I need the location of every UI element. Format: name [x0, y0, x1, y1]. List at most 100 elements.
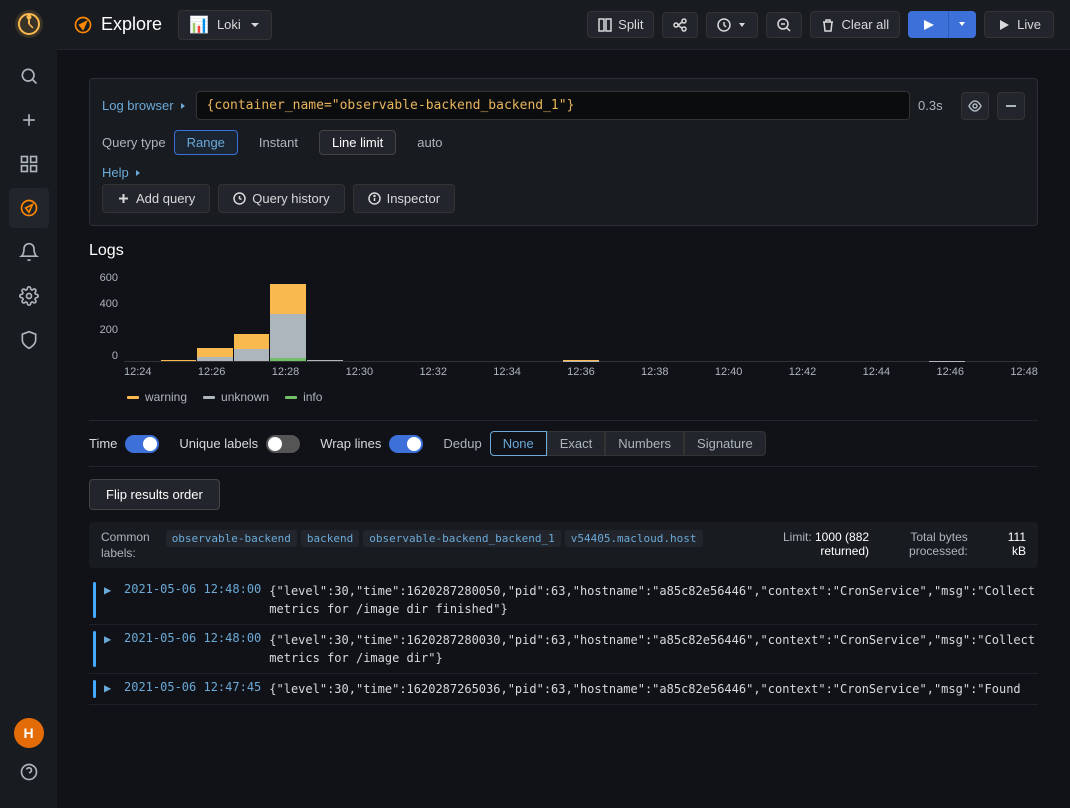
log-bar: [93, 631, 96, 667]
log-row[interactable]: ▶ 2021-05-06 12:47:45 {"level":30,"time"…: [89, 674, 1038, 705]
logs-section: Logs 600 400 200 0: [89, 242, 1038, 705]
split-label: Split: [618, 17, 643, 32]
datasource-selector[interactable]: 📊 Loki: [178, 10, 272, 40]
common-labels-stats: Limit: 1000 (882returned) Total bytespro…: [783, 530, 1026, 558]
query-time: 0.3s: [918, 98, 953, 113]
chart-bars: [124, 272, 1038, 362]
chevron-right-icon: [133, 168, 143, 178]
chevron-right-icon: [178, 101, 188, 111]
dedup-buttons: None Exact Numbers Signature: [490, 431, 766, 456]
log-time: 2021-05-06 12:47:45: [124, 680, 261, 694]
help-button[interactable]: Help: [102, 165, 143, 180]
legend-unknown-label: unknown: [221, 390, 269, 404]
run-dropdown-button[interactable]: [948, 11, 976, 38]
query-type-label: Query type: [102, 135, 166, 150]
expand-icon[interactable]: ▶: [104, 582, 116, 597]
limit-stat: Limit: 1000 (882returned): [783, 530, 869, 558]
legend-unknown-dot: [203, 396, 215, 399]
flip-results-container: Flip results order: [89, 479, 1038, 510]
query-section: Log browser 0.3s Query type Range Instan…: [89, 78, 1038, 226]
avatar[interactable]: H: [14, 718, 44, 748]
time-label: Time: [89, 436, 117, 451]
legend-warning: warning: [127, 390, 187, 404]
datasource-name: Loki: [217, 17, 241, 32]
log-bar: [93, 582, 96, 618]
split-icon: [598, 18, 612, 32]
flip-results-button[interactable]: Flip results order: [89, 479, 220, 510]
time-toggle[interactable]: [125, 435, 159, 453]
common-labels-bar: Common labels: observable-backend backen…: [89, 522, 1038, 568]
log-time: 2021-05-06 12:48:00: [124, 631, 261, 645]
sidebar-item-dashboards[interactable]: [9, 144, 49, 184]
chevron-down-icon: [249, 19, 261, 31]
y-label-600: 600: [89, 272, 118, 284]
query-type-auto[interactable]: auto: [404, 130, 455, 155]
query-type-range[interactable]: Range: [174, 130, 238, 155]
clear-all-button[interactable]: Clear all: [810, 11, 900, 38]
add-query-button[interactable]: Add query: [102, 184, 210, 213]
main-content: Log browser 0.3s Query type Range Instan…: [57, 0, 1070, 808]
log-message: {"level":30,"time":1620287265036,"pid":6…: [269, 680, 1020, 698]
zoom-out-icon: [777, 18, 791, 32]
total-bytes-value-stat: 111kB: [1008, 530, 1026, 558]
sidebar-item-alerts[interactable]: [9, 232, 49, 272]
compass-icon: [73, 15, 93, 35]
sidebar-item-help[interactable]: [9, 752, 49, 792]
sidebar-item-settings[interactable]: [9, 276, 49, 316]
log-time: 2021-05-06 12:48:00: [124, 582, 261, 596]
query-input[interactable]: [196, 91, 910, 120]
total-bytes-label: Total bytesprocessed:: [909, 530, 968, 558]
wrap-lines-label: Wrap lines: [320, 436, 381, 451]
trash-icon: [821, 18, 835, 32]
log-bar: [93, 680, 96, 698]
y-label-400: 400: [89, 298, 118, 310]
y-label-0: 0: [89, 350, 118, 362]
log-row[interactable]: ▶ 2021-05-06 12:48:00 {"level":30,"time"…: [89, 625, 1038, 674]
live-button[interactable]: Live: [984, 11, 1054, 38]
run-button[interactable]: [908, 11, 948, 38]
total-bytes-value: 111kB: [1008, 530, 1026, 558]
expand-icon[interactable]: ▶: [104, 680, 116, 695]
expand-icon[interactable]: ▶: [104, 631, 116, 646]
share-button[interactable]: [662, 12, 698, 38]
help-row: Help: [102, 165, 1025, 180]
inspector-label: Inspector: [387, 191, 440, 206]
zoom-out-button[interactable]: [766, 12, 802, 38]
page-title: Explore: [101, 14, 162, 35]
sidebar-item-shield[interactable]: [9, 320, 49, 360]
grafana-logo[interactable]: [13, 8, 45, 40]
legend-info-dot: [285, 396, 297, 399]
log-row[interactable]: ▶ 2021-05-06 12:48:00 {"level":30,"time"…: [89, 576, 1038, 625]
query-actions: Add query Query history Inspector: [102, 184, 1025, 213]
logs-title: Logs: [89, 242, 1038, 260]
log-browser-button[interactable]: Log browser: [102, 98, 188, 113]
log-rows: ▶ 2021-05-06 12:48:00 {"level":30,"time"…: [89, 576, 1038, 705]
legend-info-label: info: [303, 390, 322, 404]
query-type-instant[interactable]: Instant: [246, 130, 311, 155]
dedup-numbers[interactable]: Numbers: [605, 431, 684, 456]
unique-labels-toggle[interactable]: [266, 435, 300, 453]
time-picker-button[interactable]: [706, 12, 758, 38]
sidebar-bottom: H: [9, 718, 49, 808]
sidebar-item-explore[interactable]: [9, 188, 49, 228]
wrap-lines-toggle[interactable]: [389, 435, 423, 453]
dedup-exact[interactable]: Exact: [547, 431, 606, 456]
share-icon: [673, 18, 687, 32]
history-icon: [233, 192, 246, 205]
query-type-line-limit[interactable]: Line limit: [319, 130, 396, 155]
inspector-button[interactable]: Inspector: [353, 184, 455, 213]
dedup-signature[interactable]: Signature: [684, 431, 766, 456]
dedup-none[interactable]: None: [490, 431, 547, 456]
common-labels-label: Common: [101, 530, 150, 544]
limit-value: 1000 (882returned): [815, 530, 869, 558]
sidebar-item-search[interactable]: [9, 56, 49, 96]
sidebar-item-add[interactable]: [9, 100, 49, 140]
query-eye-button[interactable]: [961, 92, 989, 120]
query-remove-button[interactable]: [997, 92, 1025, 120]
y-label-200: 200: [89, 324, 118, 336]
legend-unknown: unknown: [203, 390, 269, 404]
split-button[interactable]: Split: [587, 11, 654, 38]
query-history-button[interactable]: Query history: [218, 184, 344, 213]
query-type-row: Query type Range Instant Line limit auto: [102, 130, 1025, 155]
loki-icon: 📊: [189, 15, 209, 35]
